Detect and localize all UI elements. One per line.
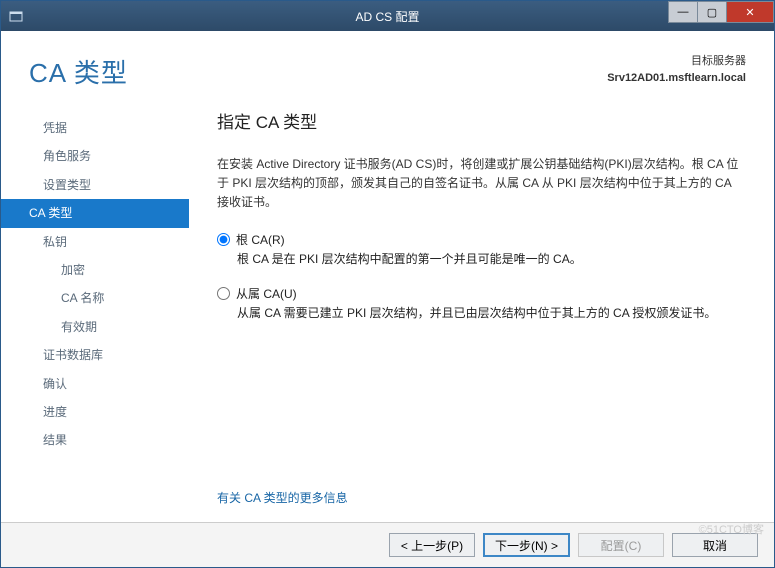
more-info-link[interactable]: 有关 CA 类型的更多信息 (217, 489, 746, 506)
window-title: AD CS 配置 (1, 8, 774, 25)
sidebar-item[interactable]: CA 名称 (1, 284, 189, 312)
radio-input[interactable] (217, 287, 230, 300)
main-panel: 指定 CA 类型 在安装 Active Directory 证书服务(AD CS… (189, 102, 774, 522)
sidebar-item[interactable]: 私钥 (1, 228, 189, 256)
sidebar-item[interactable]: 设置类型 (1, 171, 189, 199)
target-server-block: 目标服务器 Srv12AD01.msftlearn.local (607, 53, 746, 86)
radio-input[interactable] (217, 233, 230, 246)
configure-button[interactable]: 配置(C) (578, 533, 664, 557)
sidebar-item[interactable]: 加密 (1, 256, 189, 284)
sidebar-item[interactable]: 凭据 (1, 114, 189, 142)
radio-row[interactable]: 根 CA(R) (217, 231, 746, 248)
radio-group: 根 CA(R) 根 CA 是在 PKI 层次结构中配置的第一个并且可能是唯一的 C… (217, 231, 746, 269)
close-icon: ✕ (745, 6, 754, 19)
window-controls: — ▢ ✕ (669, 1, 774, 23)
radio-description: 从属 CA 需要已建立 PKI 层次结构，并且已由层次结构中位于其上方的 CA … (237, 304, 746, 323)
radio-options: 根 CA(R) 根 CA 是在 PKI 层次结构中配置的第一个并且可能是唯一的 C… (217, 231, 746, 339)
sidebar-item[interactable]: 确认 (1, 370, 189, 398)
body-row: 凭据角色服务设置类型CA 类型私钥加密CA 名称有效期证书数据库确认进度结果 指… (1, 102, 774, 522)
main-title: 指定 CA 类型 (217, 108, 746, 133)
button-bar: < 上一步(P) 下一步(N) > 配置(C) 取消 (1, 522, 774, 567)
content-area: CA 类型 目标服务器 Srv12AD01.msftlearn.local 凭据… (1, 31, 774, 522)
minimize-icon: — (678, 6, 689, 18)
sidebar-item[interactable]: CA 类型 (1, 199, 189, 227)
radio-row[interactable]: 从属 CA(U) (217, 285, 746, 302)
radio-label: 从属 CA(U) (236, 285, 297, 302)
sidebar-item[interactable]: 证书数据库 (1, 341, 189, 369)
sidebar-item[interactable]: 有效期 (1, 313, 189, 341)
sidebar: 凭据角色服务设置类型CA 类型私钥加密CA 名称有效期证书数据库确认进度结果 (1, 102, 189, 522)
titlebar: AD CS 配置 — ▢ ✕ (1, 1, 774, 31)
sidebar-item[interactable]: 进度 (1, 398, 189, 426)
minimize-button[interactable]: — (668, 1, 698, 23)
radio-group: 从属 CA(U) 从属 CA 需要已建立 PKI 层次结构，并且已由层次结构中位于… (217, 285, 746, 323)
target-server-name: Srv12AD01.msftlearn.local (607, 70, 746, 87)
header-row: CA 类型 目标服务器 Srv12AD01.msftlearn.local (1, 31, 774, 102)
radio-label: 根 CA(R) (236, 231, 285, 248)
maximize-icon: ▢ (707, 6, 717, 19)
page-heading: CA 类型 (29, 53, 607, 90)
next-button[interactable]: 下一步(N) > (483, 533, 570, 557)
previous-button[interactable]: < 上一步(P) (389, 533, 475, 557)
maximize-button[interactable]: ▢ (697, 1, 727, 23)
cancel-button[interactable]: 取消 (672, 533, 758, 557)
target-label: 目标服务器 (607, 53, 746, 70)
close-button[interactable]: ✕ (726, 1, 774, 23)
sidebar-item[interactable]: 角色服务 (1, 142, 189, 170)
intro-text: 在安装 Active Directory 证书服务(AD CS)时，将创建或扩展… (217, 155, 746, 213)
radio-description: 根 CA 是在 PKI 层次结构中配置的第一个并且可能是唯一的 CA。 (237, 250, 746, 269)
app-icon (7, 7, 25, 25)
sidebar-item[interactable]: 结果 (1, 426, 189, 454)
